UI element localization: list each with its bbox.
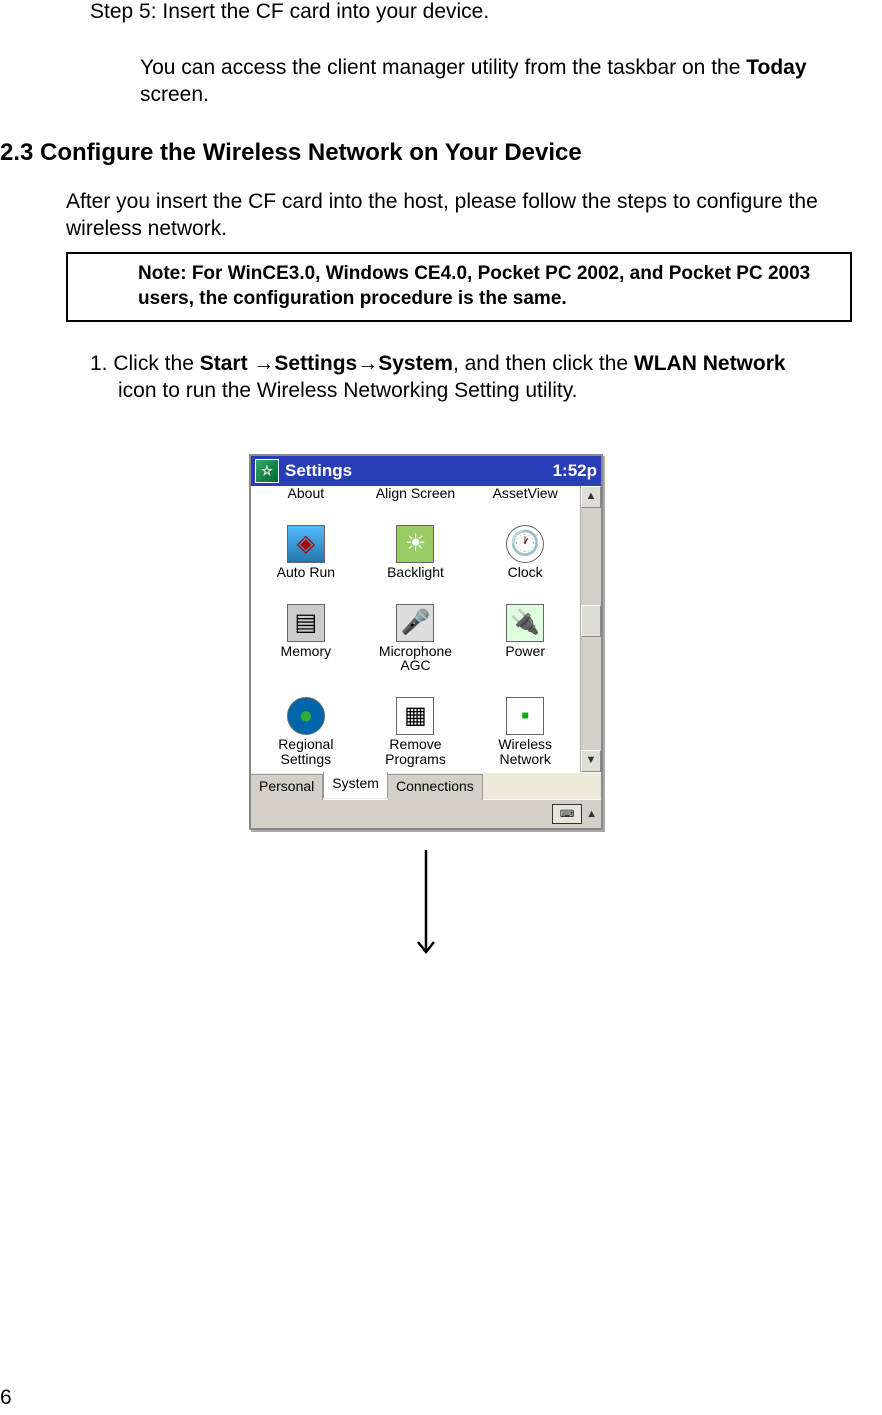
regional-icon: ● bbox=[287, 697, 325, 735]
wireless-icon: ▪ bbox=[506, 697, 544, 735]
instr-mid: , and then click the bbox=[453, 352, 634, 375]
access-line-1: You can access the client manager utilit… bbox=[140, 56, 746, 79]
app-label: WirelessNetwork bbox=[470, 737, 580, 766]
intro-paragraph: After you insert the CF card into the ho… bbox=[66, 188, 852, 243]
app-microphone-agc[interactable]: 🎤MicrophoneAGC bbox=[361, 598, 471, 673]
app-regional-settings[interactable]: ●RegionalSettings bbox=[251, 691, 361, 766]
access-note: You can access the client manager utilit… bbox=[140, 54, 852, 109]
start-icon[interactable]: ☆ bbox=[255, 459, 279, 483]
app-backlight[interactable]: ☀ Backlight bbox=[361, 519, 471, 580]
app-power[interactable]: 🔌 Power bbox=[470, 598, 580, 673]
backlight-icon: ☀ bbox=[396, 525, 434, 563]
memory-icon: ▤ bbox=[287, 604, 325, 642]
window-title: Settings bbox=[285, 461, 553, 481]
app-label: About bbox=[251, 486, 361, 501]
clock-icon: 🕐 bbox=[506, 525, 544, 563]
autorun-icon: ◈ bbox=[287, 525, 325, 563]
note-box: Note: For WinCE3.0, Windows CE4.0, Pocke… bbox=[66, 252, 852, 321]
app-wireless-network[interactable]: ▪WirelessNetwork bbox=[470, 691, 580, 766]
app-auto-run[interactable]: ◈ Auto Run bbox=[251, 519, 361, 580]
instruction-1: 1. Click the Start →Settings→System, and… bbox=[90, 350, 852, 405]
instr-pre: 1. Click the bbox=[90, 352, 200, 375]
app-align-screen[interactable]: Align Screen bbox=[361, 486, 471, 501]
mic-icon: 🎤 bbox=[396, 604, 434, 642]
title-bar: ☆ Settings 1:52p bbox=[251, 456, 601, 486]
tab-bar: PersonalSystemConnections bbox=[251, 772, 601, 799]
app-label: AssetView bbox=[470, 486, 580, 501]
app-assetview[interactable]: AssetView bbox=[470, 486, 580, 501]
remove-icon: ▦ bbox=[396, 697, 434, 735]
app-label: Auto Run bbox=[251, 565, 361, 580]
instr-bold-1: Start →Settings→System bbox=[200, 352, 453, 375]
instr-post: icon to run the Wireless Networking Sett… bbox=[118, 379, 577, 402]
instr-bold-2: WLAN Network bbox=[634, 352, 786, 375]
scroll-up-icon[interactable]: ▲ bbox=[581, 486, 601, 508]
app-label: Power bbox=[470, 644, 580, 659]
app-label: Memory bbox=[251, 644, 361, 659]
access-line-2: screen. bbox=[140, 83, 209, 106]
power-icon: 🔌 bbox=[506, 604, 544, 642]
bottom-bar: ⌨ ▲ bbox=[251, 799, 601, 828]
app-label: RegionalSettings bbox=[251, 737, 361, 766]
pda-screenshot: ☆ Settings 1:52p AboutAlign ScreenAssetV… bbox=[0, 454, 852, 966]
app-label: Clock bbox=[470, 565, 580, 580]
step-5-text: Step 5: Insert the CF card into your dev… bbox=[90, 0, 852, 24]
app-label: Align Screen bbox=[361, 486, 471, 501]
scroll-thumb[interactable] bbox=[581, 605, 601, 637]
page-number: 6 bbox=[0, 1386, 12, 1410]
tab-system[interactable]: System bbox=[323, 772, 388, 798]
section-heading: 2.3 Configure the Wireless Network on Yo… bbox=[0, 139, 852, 167]
tab-connections[interactable]: Connections bbox=[388, 774, 483, 800]
sip-up-icon[interactable]: ▲ bbox=[586, 808, 597, 820]
app-remove-programs[interactable]: ▦RemovePrograms bbox=[361, 691, 471, 766]
app-label: Backlight bbox=[361, 565, 471, 580]
app-about[interactable]: About bbox=[251, 486, 361, 501]
flow-arrow-down bbox=[0, 850, 852, 966]
tab-personal[interactable]: Personal bbox=[251, 774, 323, 800]
scroll-track[interactable] bbox=[581, 508, 601, 750]
app-label: MicrophoneAGC bbox=[361, 644, 471, 673]
today-bold: Today bbox=[746, 56, 806, 79]
scroll-down-icon[interactable]: ▼ bbox=[581, 750, 601, 772]
app-label: RemovePrograms bbox=[361, 737, 471, 766]
keyboard-icon[interactable]: ⌨ bbox=[552, 804, 582, 824]
clock-display[interactable]: 1:52p bbox=[553, 461, 597, 481]
app-clock[interactable]: 🕐 Clock bbox=[470, 519, 580, 580]
app-memory[interactable]: ▤ Memory bbox=[251, 598, 361, 673]
vertical-scrollbar[interactable]: ▲ ▼ bbox=[580, 486, 601, 772]
